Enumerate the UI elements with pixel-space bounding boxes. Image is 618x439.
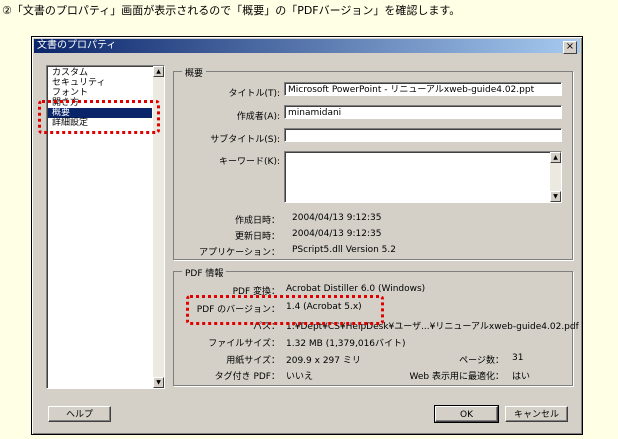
keywords-scrollbar[interactable]: ▲ ▼ (550, 152, 561, 202)
pages-value: 31 (512, 353, 524, 363)
pdf-info-group: PDF 情報 PDF 変換： Acrobat Distiller 6.0 (Wi… (173, 266, 579, 386)
scroll-down-icon[interactable]: ▼ (153, 377, 164, 388)
sidebar-highlight-marker (38, 100, 160, 134)
author-label: 作成者(A): (236, 112, 280, 122)
sidebar-item-fonts[interactable]: フォント (48, 88, 152, 98)
modified-label: 更新日時： (234, 232, 280, 242)
keywords-label: キーワード(K): (219, 157, 280, 167)
scroll-up-icon[interactable]: ▲ (153, 66, 164, 77)
pdf-version-highlight-marker (186, 295, 384, 325)
subject-field[interactable] (284, 128, 562, 142)
keywords-scroll-up-icon[interactable]: ▲ (550, 152, 561, 163)
keywords-scroll-down-icon[interactable]: ▼ (550, 191, 561, 202)
tagged-label: タグ付き PDF： (214, 372, 280, 382)
title-bar[interactable]: 文書のプロパティ × (34, 39, 580, 54)
fastweb-label: Web 表示用に最適化： (409, 372, 504, 382)
title-field[interactable]: Microsoft PowerPoint - リニューアルxweb-guide4… (284, 82, 562, 96)
pdf-info-group-title: PDF 情報 (182, 266, 227, 279)
filesize-value: 1.32 MB (1,379,016バイト) (286, 339, 406, 349)
tagged-value: いいえ (286, 372, 314, 382)
window-title: 文書のプロパティ (37, 40, 117, 51)
papersize-value: 209.9 x 297 ミリ (286, 356, 361, 366)
application-label: アプリケーション： (199, 248, 280, 258)
cancel-button[interactable]: キャンセル (505, 406, 568, 422)
modified-value: 2004/04/13 9:12:35 (292, 229, 382, 239)
ok-button[interactable]: OK (434, 405, 499, 423)
help-button[interactable]: ヘルプ (48, 406, 111, 422)
author-field[interactable]: minamidani (284, 105, 562, 119)
summary-group: 概要 タイトル(T): Microsoft PowerPoint - リニューア… (173, 66, 573, 260)
sidebar-item-custom[interactable]: カスタム (48, 68, 152, 78)
application-value: PScript5.dll Version 5.2 (292, 245, 396, 255)
sidebar-item-security[interactable]: セキュリティ (48, 78, 152, 88)
summary-group-title: 概要 (182, 66, 207, 79)
keywords-field[interactable]: ▲ ▼ (284, 151, 562, 203)
pages-label: ページ数： (459, 356, 504, 366)
close-icon[interactable]: × (563, 41, 577, 54)
filesize-label: ファイルサイズ： (208, 339, 280, 349)
created-label: 作成日時： (234, 216, 280, 226)
title-label: タイトル(T): (228, 89, 280, 99)
fastweb-value: はい (512, 372, 531, 382)
created-value: 2004/04/13 9:12:35 (292, 213, 382, 223)
keywords-value (285, 152, 561, 156)
document-properties-dialog: 文書のプロパティ × カスタム セキュリティ フォント 開き方 概要 詳細設定 … (31, 36, 583, 435)
instruction-text: ②「文書のプロパティ」画面が表示されるので「概要」の「PDFバージョン」を確認し… (2, 4, 461, 17)
papersize-label: 用紙サイズ： (226, 356, 280, 366)
subject-label: サブタイトル(S): (210, 135, 280, 145)
producer-value: Acrobat Distiller 6.0 (Windows) (286, 284, 426, 294)
